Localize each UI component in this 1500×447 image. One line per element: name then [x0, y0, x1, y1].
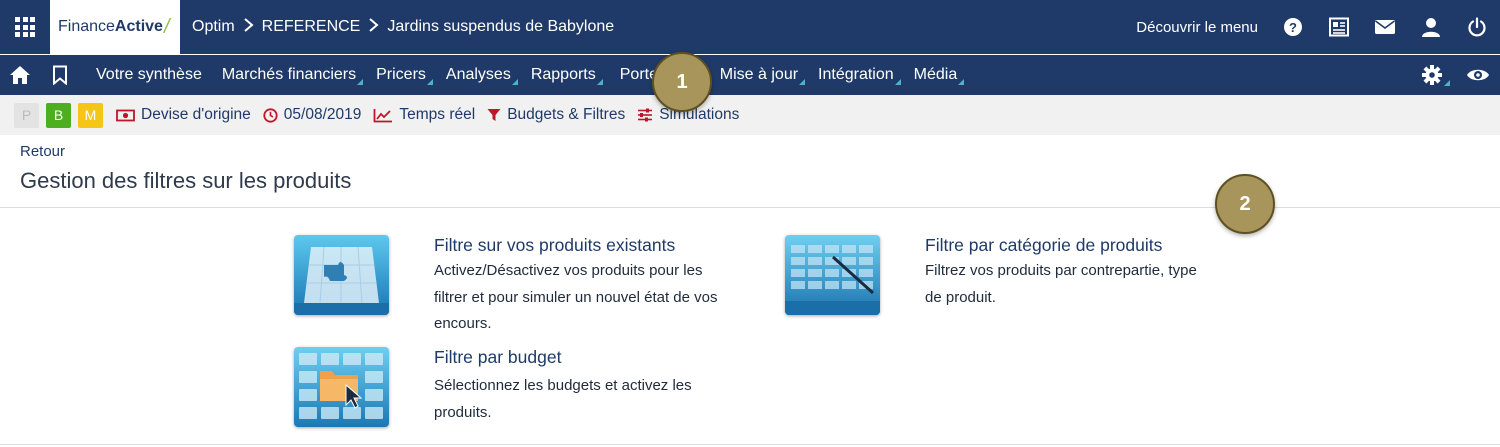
svg-text:?: ? — [1289, 20, 1297, 35]
nav-item-label: Intégration — [818, 66, 894, 83]
callout-bubble: 1 — [652, 52, 712, 112]
callout-number: 1 — [676, 70, 688, 93]
submenu-triangle-icon — [1444, 80, 1450, 86]
nav-item-mise-a-jour[interactable]: Mise à jour — [710, 55, 808, 95]
help-icon[interactable]: ? — [1270, 0, 1316, 54]
breadcrumb-item-optim[interactable]: Optim — [192, 18, 235, 36]
puzzle-thumbnail-icon[interactable] — [294, 235, 389, 315]
folders-thumbnail-icon[interactable] — [294, 347, 389, 427]
top-right-actions: Découvrir le menu ? — [1136, 0, 1500, 54]
header-divider — [0, 207, 1500, 208]
scenario-p-button[interactable]: P — [14, 102, 39, 128]
discover-menu-link[interactable]: Découvrir le menu — [1136, 19, 1258, 36]
top-bar: Finance Active / Optim REFERENCE Jardins s… — [0, 0, 1500, 54]
submenu-triangle-icon — [799, 79, 806, 85]
budgets-filters-label: Budgets & Filtres — [507, 106, 626, 123]
card-description: Filtrez vos produits par contrepartie, t… — [925, 258, 1235, 311]
chevron-right-icon — [243, 17, 254, 38]
callout-bubble: 2 — [1215, 174, 1275, 234]
date-label: 05/08/2019 — [283, 106, 362, 123]
card-description-line: Filtrez vos produits par contrepartie, t… — [925, 262, 1197, 279]
nav-item-synthese[interactable]: Votre synthèse — [86, 55, 212, 95]
filter-card-existing-products: Filtre sur vos produits existants Active… — [294, 235, 744, 338]
card-description: Activez/Désactivez vos produits pour les… — [434, 258, 744, 338]
realtime-label: Temps réel — [399, 106, 476, 123]
clock-icon — [263, 107, 278, 123]
card-title[interactable]: Filtre sur vos produits existants — [434, 235, 744, 256]
callout-number: 2 — [1239, 192, 1251, 215]
scenario-m-button[interactable]: M — [78, 102, 103, 128]
submenu-triangle-icon — [958, 79, 965, 85]
nav-item-integration[interactable]: Intégration — [808, 55, 904, 95]
page-title: Gestion des filtres sur les produits — [20, 168, 352, 193]
realtime-toggle[interactable]: Temps réel — [373, 106, 475, 124]
power-icon[interactable] — [1454, 0, 1500, 54]
nav-item-label: Votre synthèse — [96, 66, 202, 83]
card-description-line: Activez/Désactivez vos produits pour les — [434, 262, 703, 279]
spreadsheet-pen-thumbnail-icon[interactable] — [785, 235, 880, 315]
eye-icon[interactable] — [1456, 55, 1500, 95]
nav-item-label: Pricers — [376, 66, 426, 83]
nav-item-label: Mise à jour — [719, 66, 799, 83]
envelope-icon[interactable] — [1362, 0, 1408, 54]
sliders-icon — [638, 108, 653, 122]
chevron-right-icon — [368, 17, 379, 38]
card-description-line: Sélectionnez les budgets et activez les — [434, 377, 692, 394]
filter-icon — [487, 109, 501, 121]
nav-item-label: Marchés financiers — [221, 66, 357, 83]
filter-card-product-category: Filtre par catégorie de produits Filtrez… — [785, 235, 1235, 315]
card-title[interactable]: Filtre par budget — [434, 347, 744, 368]
banknote-icon — [116, 109, 135, 121]
nav-item-label: Rapports — [530, 66, 596, 83]
submenu-triangle-icon — [511, 79, 518, 85]
nav-item-label: Média — [913, 66, 958, 83]
gear-icon[interactable] — [1408, 55, 1456, 95]
card-description-line: produits. — [434, 403, 492, 421]
context-toolbar: P B M Devise d'origine 05/08/2019 Temps … — [0, 95, 1500, 135]
card-description: Sélectionnez les budgets et activez les … — [434, 373, 744, 426]
nav-item-rapports[interactable]: Rapports — [521, 55, 606, 95]
nav-item-label: Analyses — [445, 66, 511, 83]
card-description-line: filtrer et pour simuler un nouvel état d… — [434, 288, 718, 306]
nav-item-media[interactable]: Média — [904, 55, 968, 95]
nav-item-pricers[interactable]: Pricers — [366, 55, 436, 95]
bookmark-icon[interactable] — [40, 55, 80, 95]
card-title[interactable]: Filtre par catégorie de produits — [925, 235, 1235, 256]
app-launcher-icon[interactable] — [0, 0, 50, 54]
card-description-line: de produit. — [925, 288, 996, 306]
submenu-triangle-icon — [357, 79, 364, 85]
breadcrumb: Optim REFERENCE Jardins suspendus de Bab… — [192, 17, 614, 38]
logo-text-main: Finance — [58, 18, 115, 35]
footer-divider — [0, 444, 1500, 445]
main-nav: Votre synthèse Marchés financiers Pricer… — [0, 55, 1500, 95]
submenu-triangle-icon — [426, 79, 433, 85]
user-icon[interactable] — [1408, 0, 1454, 54]
nav-right-actions — [1408, 55, 1500, 95]
scenario-b-button[interactable]: B — [46, 102, 71, 128]
newspaper-icon[interactable] — [1316, 0, 1362, 54]
currency-label: Devise d'origine — [141, 106, 251, 123]
nav-item-analyses[interactable]: Analyses — [436, 55, 521, 95]
date-selector[interactable]: 05/08/2019 — [263, 106, 362, 124]
back-link[interactable]: Retour — [20, 143, 65, 160]
submenu-triangle-icon — [894, 79, 901, 85]
nav-item-marches[interactable]: Marchés financiers — [212, 55, 366, 95]
filter-card-budget: Filtre par budget Sélectionnez les budge… — [294, 347, 744, 427]
line-chart-icon — [373, 108, 393, 122]
finance-active-logo[interactable]: Finance Active / — [50, 0, 180, 54]
logo-slash-icon: / — [163, 15, 170, 38]
breadcrumb-item-reference[interactable]: REFERENCE — [262, 18, 361, 36]
nav-menu: Votre synthèse Marchés financiers Pricer… — [86, 55, 967, 95]
logo-text-bold: Active — [114, 18, 163, 35]
breadcrumb-item-portfolio[interactable]: Jardins suspendus de Babylone — [387, 18, 614, 36]
card-description-line: encours. — [434, 315, 492, 332]
budgets-filters-link[interactable]: Budgets & Filtres — [487, 106, 625, 124]
currency-selector[interactable]: Devise d'origine — [116, 106, 251, 124]
submenu-triangle-icon — [596, 79, 603, 85]
home-icon[interactable] — [0, 55, 40, 95]
